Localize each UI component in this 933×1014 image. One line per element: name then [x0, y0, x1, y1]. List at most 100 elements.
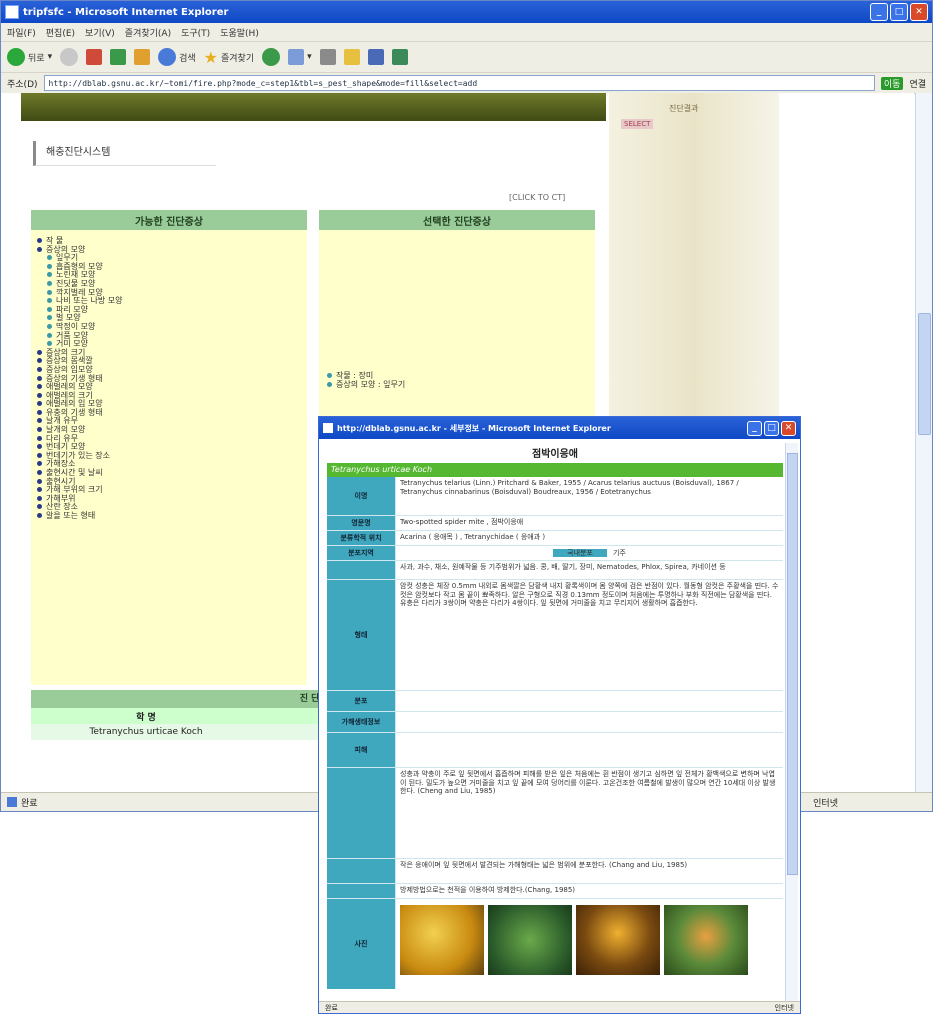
search-icon [158, 48, 177, 66]
bullet-icon [37, 384, 42, 390]
popup-maximize-button[interactable]: □ [764, 420, 779, 436]
ie-status-icon [7, 797, 17, 807]
status-text: 완료 [21, 798, 38, 809]
row-value [395, 712, 783, 732]
possible-item-label: 알을 또는 형태 [46, 511, 96, 520]
row-label: 영문명 [327, 516, 395, 530]
address-input[interactable]: http://dblab.gsnu.ac.kr/~tomi/fire.php?m… [43, 75, 875, 91]
row-label: 분포지역 [327, 546, 395, 560]
ie-icon [5, 5, 19, 19]
favorites-button[interactable]: ★ 즐겨찾기 [204, 46, 254, 68]
go-button[interactable]: 이동 [880, 76, 904, 90]
detail-row: 분포지역 국내분포 기주 [327, 546, 783, 561]
bullet-icon [37, 504, 42, 510]
detail-row: 피해 [327, 733, 783, 768]
messenger-button[interactable] [391, 46, 408, 68]
status-zone: 인터넷 [813, 798, 838, 809]
side-text: 진단결과 [669, 104, 699, 113]
detail-row: 가해생태정보 [327, 712, 783, 733]
bullet-icon [37, 487, 42, 493]
bullet-icon [37, 358, 42, 364]
menu-tools[interactable]: 도구(T) [181, 26, 210, 39]
folder-button[interactable] [343, 46, 360, 68]
result-sci-name[interactable]: Tetranychus urticae Koch [31, 727, 261, 737]
row-label [327, 768, 395, 858]
selected-item[interactable]: 증상의 모양 : 잎무기 [327, 380, 587, 390]
row-value: 방제방법으로는 천적을 이용하여 방제한다.(Chang, 1985) [395, 884, 783, 898]
side-badge[interactable]: SELECT [621, 119, 654, 129]
print-button[interactable] [319, 46, 336, 68]
bullet-icon [47, 255, 52, 261]
discuss-button[interactable] [367, 46, 384, 68]
detail-row: 사진 [327, 899, 783, 989]
scroll-thumb[interactable] [918, 313, 931, 435]
row-label: 분포 [327, 691, 395, 711]
row-label: 분류학적 위치 [327, 531, 395, 545]
menu-file[interactable]: 파일(F) [7, 26, 36, 39]
mite-closeup-photo[interactable] [576, 905, 660, 975]
stop-button[interactable] [86, 46, 103, 68]
popup-status-zone: 인터넷 [774, 1003, 794, 1012]
close-button[interactable]: ✕ [910, 3, 928, 21]
links-label[interactable]: 연결 [909, 77, 926, 90]
detail-row: 분류학적 위치 Acarina ( 응애목 ) , Tetranychidae (… [327, 531, 783, 546]
home-button[interactable] [134, 46, 151, 68]
back-button[interactable]: 뒤로 ▾ [7, 46, 52, 68]
bullet-icon [37, 495, 42, 501]
photo-row [395, 899, 783, 989]
search-button[interactable]: 검색 [158, 46, 196, 68]
bullet-icon [37, 409, 42, 415]
bullet-icon [327, 381, 332, 387]
selected-header: 선택한 진단증상 [319, 210, 595, 230]
bullet-icon [37, 444, 42, 450]
row-label: 형태 [327, 580, 395, 690]
prev-link[interactable]: [CLICK TO CT] [509, 193, 565, 202]
popup-scrollbar[interactable] [785, 443, 798, 1003]
vertical-scrollbar[interactable] [915, 93, 932, 793]
possible-header: 가능한 진단증상 [31, 210, 307, 230]
print-icon [319, 49, 336, 65]
title-bar: tripfsfc - Microsoft Internet Explorer _… [1, 1, 932, 23]
popup-title-bar: http://dblab.gsnu.ac.kr - 세부정보 - Microso… [319, 417, 800, 439]
maximize-button[interactable]: □ [890, 3, 908, 21]
bullet-icon [37, 461, 42, 467]
bullet-icon [47, 306, 52, 312]
popup-minimize-button[interactable]: _ [747, 420, 762, 436]
plant-photo[interactable] [488, 905, 572, 975]
row-value [395, 733, 783, 767]
popup-close-button[interactable]: ✕ [781, 420, 796, 436]
bullet-icon [47, 289, 52, 295]
minimize-button[interactable]: _ [870, 3, 888, 21]
window-title: tripfsfc - Microsoft Internet Explorer [23, 6, 229, 18]
menu-favorites[interactable]: 즐겨찾기(A) [125, 26, 171, 39]
row-label: 이명 [327, 477, 395, 515]
possible-item[interactable]: 출현시간 및 날씨 [37, 468, 301, 478]
popup-scroll-thumb[interactable] [787, 453, 798, 875]
bullet-icon [37, 392, 42, 398]
forward-button[interactable] [60, 46, 79, 68]
bullet-icon [37, 401, 42, 407]
detail-row: 작은 응애이며 잎 뒷면에서 발견되는 가해형태는 넓은 범위에 분포한다. (… [327, 859, 783, 884]
menu-edit[interactable]: 편집(E) [46, 26, 75, 39]
bullet-icon [47, 280, 52, 286]
leaf-damage-photo[interactable] [400, 905, 484, 975]
menu-view[interactable]: 보기(V) [85, 26, 115, 39]
possible-item[interactable]: 가해 부위의 크기 [37, 485, 301, 495]
menu-help[interactable]: 도움말(H) [220, 26, 259, 39]
history-button[interactable] [262, 46, 281, 68]
bullet-icon [37, 452, 42, 458]
row-value: Two-spotted spider mite , 점박이응애 [395, 516, 783, 530]
refresh-button[interactable] [110, 46, 127, 68]
mail-button[interactable]: ▾ [288, 46, 312, 68]
address-bar: 주소(D) http://dblab.gsnu.ac.kr/~tomi/fire… [1, 73, 932, 94]
bullet-icon [37, 349, 42, 355]
row-label: 피해 [327, 733, 395, 767]
row-value: 국내분포 기주 [395, 546, 783, 560]
row-label [327, 859, 395, 883]
mite-on-leaf-photo[interactable] [664, 905, 748, 975]
mail-icon [288, 49, 305, 65]
popup-title: http://dblab.gsnu.ac.kr - 세부정보 - Microso… [337, 423, 611, 433]
popup-heading: 점박이응애 [532, 449, 578, 460]
possible-item[interactable]: 알을 또는 형태 [37, 511, 301, 521]
possible-item[interactable]: 번데기가 있는 장소 [37, 451, 301, 461]
